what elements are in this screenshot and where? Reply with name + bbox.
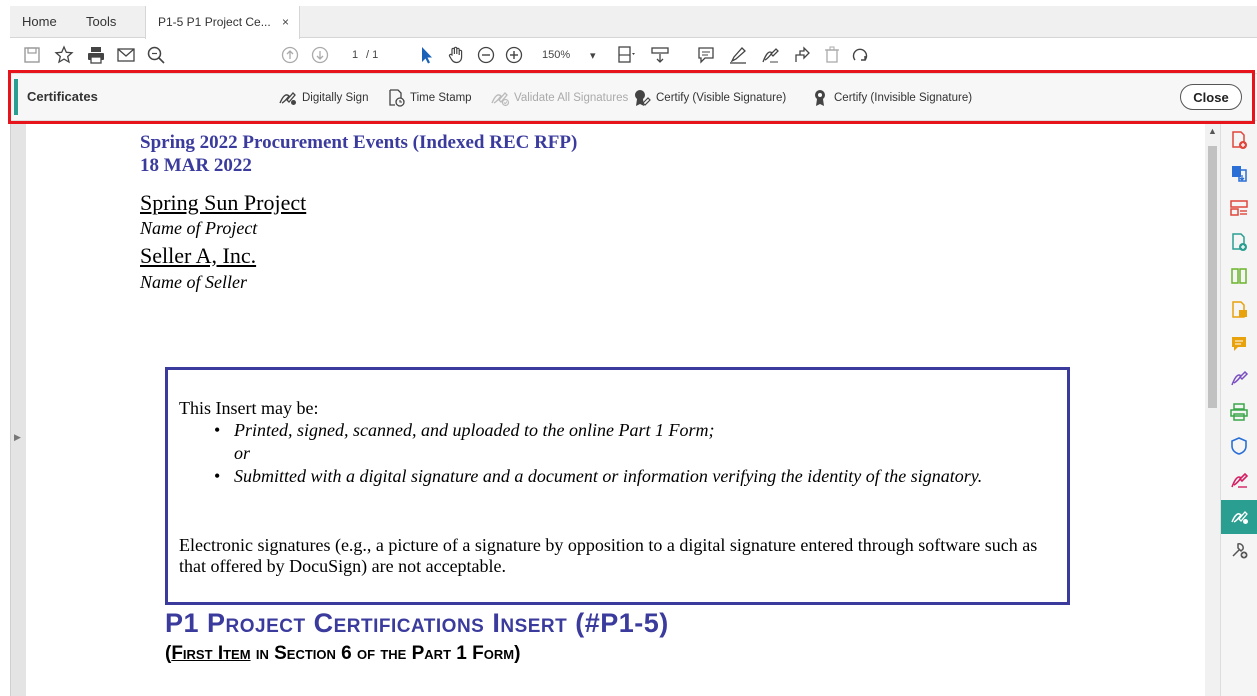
zoom-out-icon[interactable]: [476, 43, 496, 67]
sign-icon[interactable]: [760, 43, 780, 67]
scrolling-mode-icon[interactable]: [650, 43, 670, 67]
main-toolbar: 1 / 1 150% ▾: [10, 39, 1257, 71]
tab-document-label: P1-5 P1 Project Ce...: [158, 15, 271, 29]
protect-icon[interactable]: [1227, 434, 1251, 458]
seller-name: Seller A, Inc.: [140, 243, 257, 268]
save-icon[interactable]: [22, 43, 42, 67]
rotate-icon[interactable]: [850, 43, 870, 67]
fit-page-icon[interactable]: [616, 43, 636, 67]
close-certificates-button[interactable]: Close: [1180, 84, 1242, 110]
bookmark-star-icon[interactable]: [54, 43, 74, 67]
certificates-icon[interactable]: [1221, 500, 1257, 534]
next-page-icon[interactable]: [310, 43, 330, 67]
time-stamp-button[interactable]: Time Stamp: [386, 88, 472, 108]
email-icon[interactable]: [116, 43, 136, 67]
insert-bullet-1: Printed, signed, scanned, and uploaded t…: [234, 420, 715, 440]
page-number-input[interactable]: 1: [352, 43, 358, 67]
fill-sign-icon[interactable]: [1227, 366, 1251, 390]
accent-strip: [14, 79, 18, 115]
digitally-sign-icon: [279, 92, 296, 105]
page-total: / 1: [366, 49, 379, 61]
insert-title: P1 Project Certifications Insert (#P1-5): [165, 608, 669, 638]
comment-tool-icon[interactable]: [1227, 332, 1251, 356]
close-tab-icon[interactable]: ×: [282, 6, 289, 38]
time-stamp-icon: [389, 89, 405, 107]
certify-invisible-button[interactable]: Certify (Invisible Signature): [810, 88, 972, 108]
certify-visible-icon: [635, 90, 651, 106]
delete-icon[interactable]: [822, 43, 842, 67]
search-icon[interactable]: [146, 43, 166, 67]
project-caption: Name of Project: [140, 218, 258, 238]
certificates-title: Certificates: [27, 89, 98, 104]
select-tool-icon[interactable]: [416, 43, 436, 67]
validate-all-signatures-label: Validate All Signatures: [514, 92, 629, 104]
insert-bullet-1-or: or: [234, 443, 251, 463]
certify-visible-label: Certify (Visible Signature): [656, 92, 787, 104]
print-production-icon[interactable]: [1227, 400, 1251, 424]
export-pdf-icon[interactable]: [1227, 162, 1251, 186]
zoom-level-select[interactable]: 150%: [542, 43, 570, 67]
digitally-sign-button[interactable]: Digitally Sign: [278, 88, 368, 108]
organize-pages-icon[interactable]: [1227, 196, 1251, 220]
tab-bar: Home Tools P1-5 P1 Project Ce... ×: [10, 6, 1257, 39]
subtitle-rest: in Section 6 of the Part 1 Form): [250, 643, 521, 664]
scroll-up-icon[interactable]: ▲: [1208, 126, 1217, 136]
insert-bullet-2: Submitted with a digital signature and a…: [234, 466, 983, 486]
tab-tools[interactable]: Tools: [86, 6, 116, 38]
insert-notice-box: This Insert may be: • Printed, signed, s…: [165, 367, 1070, 605]
bullet-marker: •: [214, 420, 221, 440]
combine-files-icon[interactable]: [1227, 298, 1251, 322]
certificates-toolbar: Certificates Digitally Sign Time Stamp V…: [10, 73, 1257, 121]
subtitle-underlined: First Item: [171, 643, 251, 664]
project-name: Spring Sun Project: [140, 190, 307, 215]
create-pdf-icon[interactable]: [1227, 128, 1251, 152]
insert-note: Electronic signatures (e.g., a picture o…: [179, 535, 1038, 576]
insert-intro: This Insert may be:: [179, 398, 319, 418]
share-icon[interactable]: [792, 43, 812, 67]
compare-icon[interactable]: [1227, 264, 1251, 288]
more-tools-icon[interactable]: [1227, 538, 1251, 562]
time-stamp-label: Time Stamp: [410, 92, 472, 104]
certify-invisible-icon: [815, 90, 825, 106]
scrollbar-thumb[interactable]: [1208, 146, 1217, 408]
hand-tool-icon[interactable]: [446, 43, 466, 67]
request-signature-icon[interactable]: [1227, 468, 1251, 492]
edit-pdf-icon[interactable]: [1227, 230, 1251, 254]
left-panel-toggle-icon[interactable]: ▶: [14, 432, 21, 443]
highlight-pen-icon[interactable]: [728, 43, 748, 67]
bullet-marker: •: [214, 466, 221, 486]
tools-rail: [1220, 124, 1257, 696]
seller-caption: Name of Seller: [140, 272, 247, 292]
validate-all-signatures-button[interactable]: Validate All Signatures: [490, 88, 628, 108]
document-heading-line1: Spring 2022 Procurement Events (Indexed …: [140, 132, 578, 153]
print-icon[interactable]: [86, 43, 106, 67]
certify-invisible-label: Certify (Invisible Signature): [834, 92, 973, 104]
validate-signatures-icon: [491, 92, 510, 107]
previous-page-icon[interactable]: [280, 43, 300, 67]
digitally-sign-label: Digitally Sign: [302, 92, 369, 104]
vertical-scrollbar[interactable]: ▲: [1205, 124, 1220, 696]
zoom-dropdown-icon[interactable]: ▾: [590, 43, 596, 67]
comment-icon[interactable]: [696, 43, 716, 67]
document-heading-line2: 18 MAR 2022: [140, 155, 252, 176]
tab-home[interactable]: Home: [22, 6, 57, 38]
zoom-in-icon[interactable]: [504, 43, 524, 67]
tab-document[interactable]: P1-5 P1 Project Ce... ×: [145, 6, 300, 39]
certify-visible-button[interactable]: Certify (Visible Signature): [632, 88, 786, 108]
insert-subtitle: (First Item in Section 6 of the Part 1 F…: [165, 643, 520, 665]
